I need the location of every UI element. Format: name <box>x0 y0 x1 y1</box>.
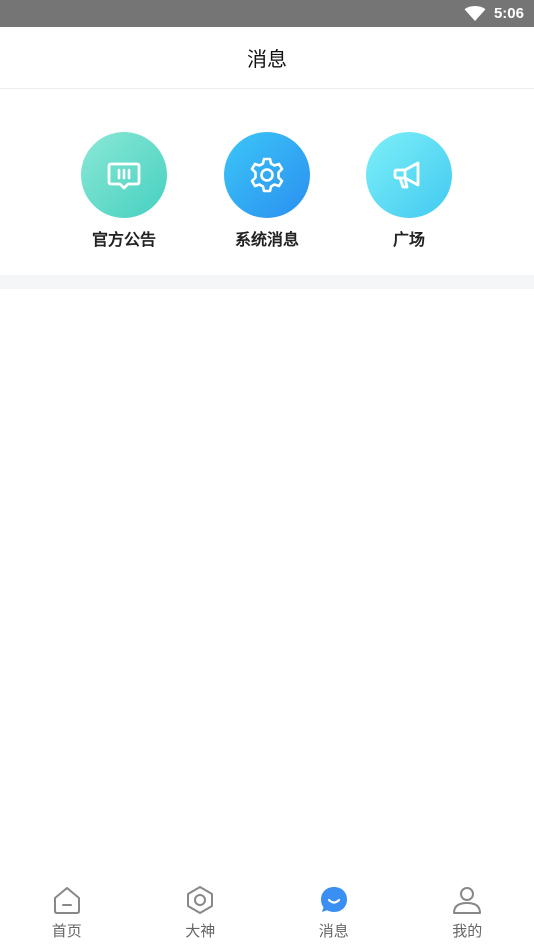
tab-label: 消息 <box>318 922 349 940</box>
plaza-circle <box>366 132 452 218</box>
tab-mine[interactable]: 我的 <box>401 875 534 949</box>
message-box-icon <box>107 162 141 190</box>
tab-label: 首页 <box>51 922 82 940</box>
shortcut-plaza[interactable]: 广场 <box>354 132 464 250</box>
page-header: 消息 <box>0 27 534 89</box>
section-divider <box>0 275 534 289</box>
gear-icon <box>250 157 284 193</box>
shortcut-label: 系统消息 <box>234 230 299 249</box>
status-time: 5:06 <box>493 5 524 22</box>
tab-messages[interactable]: 消息 <box>267 875 401 949</box>
system-message-circle <box>224 132 310 218</box>
megaphone-icon <box>393 161 420 189</box>
message-category-shortcuts: 官方公告 系统消息 广场 <box>0 90 534 275</box>
tab-home[interactable]: 首页 <box>0 875 134 949</box>
profile-icon <box>453 887 482 914</box>
hexagon-icon <box>187 886 214 914</box>
status-bar: 5:06 <box>0 0 534 27</box>
official-announcement-circle <box>81 132 167 218</box>
shortcut-label: 广场 <box>392 230 425 249</box>
home-icon <box>53 887 80 914</box>
chat-bubble-icon <box>320 887 347 912</box>
page-title: 消息 <box>247 47 287 71</box>
shortcut-official-announcement[interactable]: 官方公告 <box>69 132 179 250</box>
wifi-icon <box>464 5 486 21</box>
messages-page: 5:06 消息 官方公告 系统消息 广场 首页 大神 消息 我的 <box>0 0 534 949</box>
tab-label: 我的 <box>452 922 483 940</box>
shortcut-label: 官方公告 <box>91 230 156 249</box>
bottom-tab-bar: 首页 大神 消息 我的 <box>0 875 534 949</box>
tab-label: 大神 <box>185 922 216 940</box>
tab-master[interactable]: 大神 <box>134 875 268 949</box>
shortcut-system-message[interactable]: 系统消息 <box>212 132 322 250</box>
